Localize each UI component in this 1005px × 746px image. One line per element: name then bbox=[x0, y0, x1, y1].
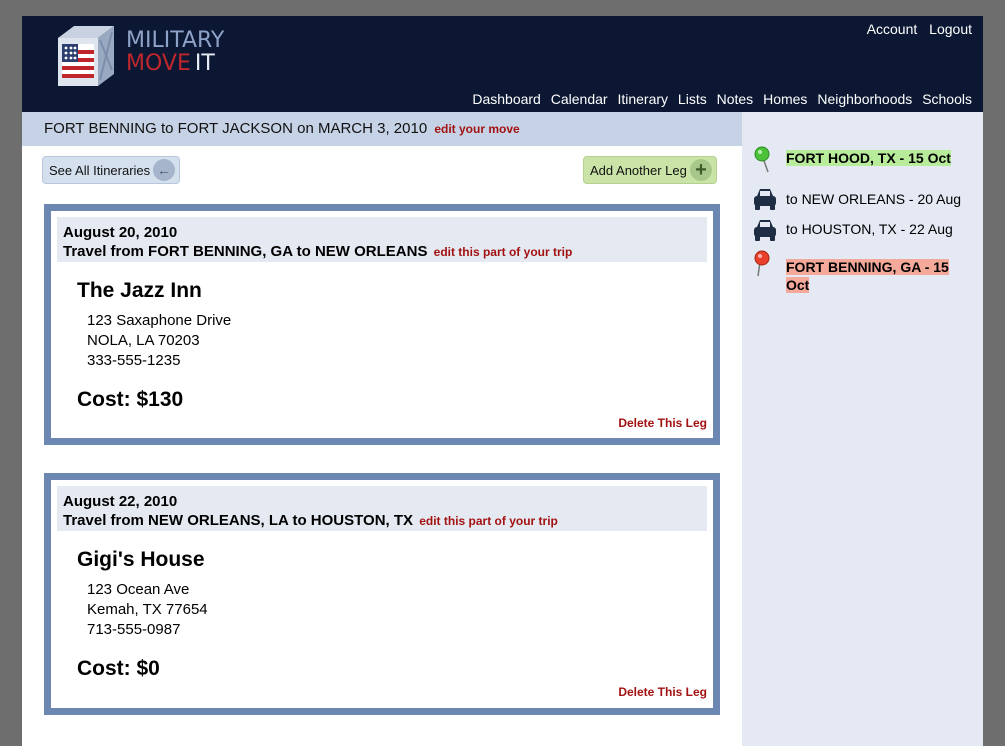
account-link[interactable]: Account bbox=[867, 21, 918, 37]
lodging-address-line-1: 123 Ocean Ave bbox=[87, 581, 190, 598]
nav-itinerary[interactable]: Itinerary bbox=[617, 91, 668, 107]
itinerary-leg: August 20, 2010 Travel from FORT BENNING… bbox=[44, 204, 720, 445]
edit-move-link[interactable]: edit your move bbox=[434, 122, 519, 136]
leg-route: Travel from NEW ORLEANS, LA to HOUSTON, … bbox=[63, 512, 558, 529]
sidebar-start-text: FORT HOOD, TX - 15 Oct bbox=[786, 150, 951, 166]
start-location: FORT HOOD, TX - 15 Oct bbox=[786, 150, 951, 166]
see-all-itineraries-label: See All Itineraries bbox=[49, 162, 151, 178]
sidebar-end-text: FORT BENNING, GA - 15 Oct bbox=[786, 258, 966, 294]
nav-notes[interactable]: Notes bbox=[717, 91, 754, 107]
itinerary-leg: August 22, 2010 Travel from NEW ORLEANS,… bbox=[44, 473, 720, 715]
leg-header: August 22, 2010 Travel from NEW ORLEANS,… bbox=[57, 486, 707, 531]
move-summary-bar: FORT BENNING to FORT JACKSON on MARCH 3,… bbox=[22, 112, 742, 146]
leg-route-text: Travel from NEW ORLEANS, LA to HOUSTON, … bbox=[63, 512, 414, 529]
move-title: FORT BENNING to FORT JACKSON on MARCH 3,… bbox=[44, 120, 520, 137]
sidebar-stop[interactable]: to HOUSTON, TX - 22 Aug bbox=[752, 215, 977, 245]
lodging-phone: 713-555-0987 bbox=[87, 621, 181, 638]
sidebar-stop-text: to NEW ORLEANS - 20 Aug bbox=[786, 191, 962, 207]
page: MILITARY MOVE IT Account Logout Dashboard… bbox=[22, 16, 983, 746]
sidebar-start[interactable]: FORT HOOD, TX - 15 Oct bbox=[752, 146, 977, 176]
leg-cost: Cost: $0 bbox=[77, 657, 160, 680]
lodging-address-line-2: NOLA, LA 70203 bbox=[87, 332, 200, 349]
leg-date: August 22, 2010 bbox=[63, 493, 178, 510]
logo-move: MOVE bbox=[126, 51, 191, 76]
logo[interactable]: MILITARY MOVE IT bbox=[52, 20, 252, 90]
header: MILITARY MOVE IT Account Logout Dashboard… bbox=[22, 16, 983, 112]
add-another-leg-label: Add Another Leg bbox=[590, 162, 687, 178]
leg-route: Travel from FORT BENNING, GA to NEW ORLE… bbox=[63, 243, 572, 260]
sidebar-stop-text: to HOUSTON, TX - 22 Aug bbox=[786, 221, 953, 237]
add-another-leg-button[interactable]: Add Another Leg + bbox=[583, 156, 717, 184]
leg-route-text: Travel from FORT BENNING, GA to NEW ORLE… bbox=[63, 243, 428, 260]
lodging-address-line-1: 123 Saxaphone Drive bbox=[87, 312, 232, 329]
lodging-name: The Jazz Inn bbox=[77, 279, 202, 302]
logo-line-1: MILITARY bbox=[126, 28, 225, 53]
car-icon bbox=[754, 189, 776, 210]
logout-link[interactable]: Logout bbox=[929, 21, 972, 37]
move-title-text: FORT BENNING to FORT JACKSON on MARCH 3,… bbox=[44, 120, 428, 137]
nav-calendar[interactable]: Calendar bbox=[551, 91, 608, 107]
sidebar-stop[interactable]: to NEW ORLEANS - 20 Aug bbox=[752, 184, 977, 214]
lodging-name: Gigi's House bbox=[77, 548, 205, 571]
crate-flag-icon bbox=[58, 26, 114, 86]
nav-homes[interactable]: Homes bbox=[763, 91, 807, 107]
nav-lists[interactable]: Lists bbox=[678, 91, 707, 107]
nav-neighborhoods[interactable]: Neighborhoods bbox=[817, 91, 912, 107]
main-nav: Dashboard Calendar Itinerary Lists Notes… bbox=[466, 91, 972, 107]
sidebar-end[interactable]: FORT BENNING, GA - 15 Oct bbox=[752, 250, 977, 300]
arrow-left-icon: ← bbox=[153, 159, 175, 181]
red-pushpin-icon bbox=[754, 250, 770, 277]
end-location: FORT BENNING, GA - 15 Oct bbox=[786, 259, 949, 293]
logo-line-2: MOVE IT bbox=[126, 51, 215, 76]
edit-leg-link[interactable]: edit this part of your trip bbox=[434, 245, 573, 259]
itinerary-sidebar: FORT HOOD, TX - 15 Oct to NEW ORLEANS - … bbox=[742, 112, 983, 746]
car-icon bbox=[754, 220, 776, 241]
lodging-address-line-2: Kemah, TX 77654 bbox=[87, 601, 208, 618]
logo-it: IT bbox=[194, 51, 215, 76]
edit-leg-link[interactable]: edit this part of your trip bbox=[419, 514, 558, 528]
lodging-phone: 333-555-1235 bbox=[87, 352, 181, 369]
delete-leg-link[interactable]: Delete This Leg bbox=[618, 416, 707, 430]
delete-leg-link[interactable]: Delete This Leg bbox=[618, 685, 707, 699]
green-pushpin-icon bbox=[754, 146, 770, 173]
nav-dashboard[interactable]: Dashboard bbox=[472, 91, 541, 107]
leg-cost: Cost: $130 bbox=[77, 388, 184, 411]
top-links: Account Logout bbox=[859, 21, 972, 37]
nav-schools[interactable]: Schools bbox=[922, 91, 972, 107]
see-all-itineraries-button[interactable]: See All Itineraries ← bbox=[42, 156, 180, 184]
leg-header: August 20, 2010 Travel from FORT BENNING… bbox=[57, 217, 707, 262]
plus-icon: + bbox=[690, 159, 712, 181]
leg-date: August 20, 2010 bbox=[63, 224, 178, 241]
